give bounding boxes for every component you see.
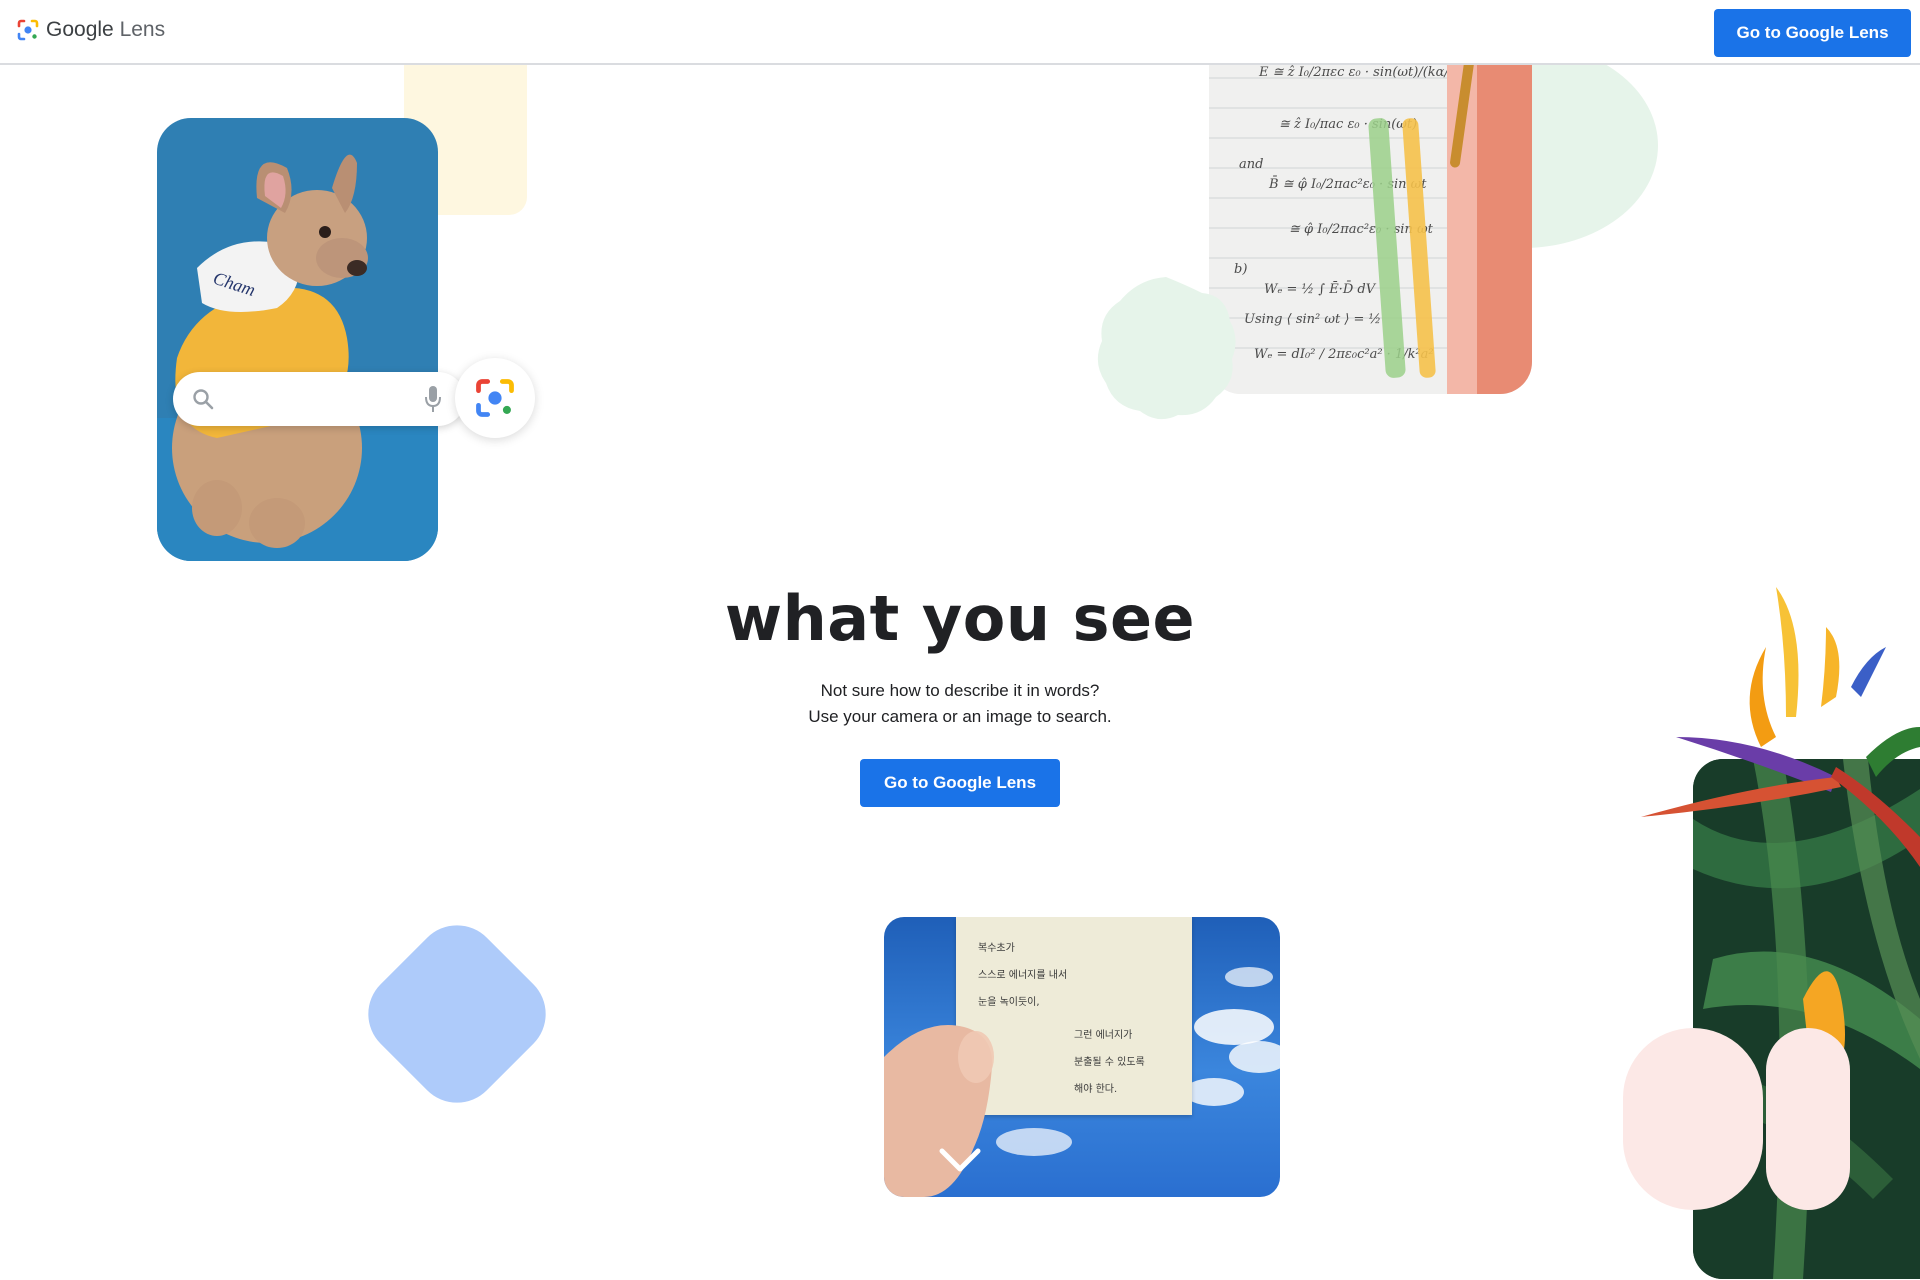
dog-illustration: Cham — [157, 154, 438, 561]
go-to-lens-button-header[interactable]: Go to Google Lens — [1714, 9, 1911, 57]
google-lens-logo[interactable]: Google Lens — [16, 18, 165, 42]
hero-subtitle-line1: Not sure how to describe it in words? — [820, 681, 1100, 700]
chevron-down-icon[interactable] — [938, 1145, 982, 1175]
top-bar: Google Lens Go to Google Lens — [0, 0, 1920, 65]
svg-text:Wₑ = ½ ∫ Ē·D̄ dV: Wₑ = ½ ∫ Ē·D̄ dV — [1264, 281, 1377, 297]
lens-logo-icon — [17, 19, 39, 41]
lens-camera-icon — [476, 379, 514, 417]
hero-title: what you see — [724, 582, 1196, 655]
decorative-blue-diamond — [368, 925, 546, 1103]
svg-text:Wₑ = dI₀² / 2πε₀c²a² · 1/k²a²: Wₑ = dI₀² / 2πε₀c²a² · 1/k²a² — [1254, 347, 1434, 362]
math-notes-illustration: Ē ≅ ẑ I₀/2πεc ε₀ · sin(ωt)/(kα/2) ≅ ẑ I₀… — [1209, 58, 1532, 394]
svg-text:B̄ ≅ φ̂ I₀/2πac²ε₀ · sin ωt: B̄ ≅ φ̂ I₀/2πac²ε₀ · sin ωt — [1268, 176, 1427, 192]
dog-photo-card: Cham — [157, 118, 438, 561]
math-notes-photo-card: Ē ≅ ẑ I₀/2πεc ε₀ · sin(ωt)/(kα/2) ≅ ẑ I₀… — [1209, 58, 1532, 394]
svg-text:and: and — [1239, 157, 1263, 172]
svg-text:≅ ẑ I₀/πac ε₀ · sin(ωt): ≅ ẑ I₀/πac ε₀ · sin(ωt) — [1279, 117, 1417, 132]
decorative-pink-pill — [1623, 1028, 1763, 1210]
hero-subtitle-line2: Use your camera or an image to search. — [808, 707, 1112, 726]
bird-of-paradise-flower — [1641, 587, 1920, 867]
search-bar[interactable] — [173, 372, 465, 426]
lens-camera-button[interactable] — [455, 358, 535, 438]
mic-icon[interactable] — [423, 384, 443, 414]
svg-text:Ē ≅ ẑ I₀/2πεc ε₀ · sin(ωt)/(k: Ē ≅ ẑ I₀/2πεc ε₀ · sin(ωt)/(kα/2) — [1258, 64, 1462, 80]
decorative-pink-pill — [1766, 1028, 1850, 1210]
svg-text:Using ⟨ sin² ωt ⟩ = ½: Using ⟨ sin² ωt ⟩ = ½ — [1244, 312, 1381, 327]
hero-subtitle: Not sure how to describe it in words? Us… — [0, 678, 1920, 730]
search-icon — [193, 389, 214, 410]
brand-google: Google — [46, 18, 114, 41]
brand-product: Lens — [119, 18, 166, 41]
decorative-mint-flower-shape — [1097, 277, 1236, 420]
go-to-lens-button[interactable]: Go to Google Lens — [860, 759, 1060, 807]
